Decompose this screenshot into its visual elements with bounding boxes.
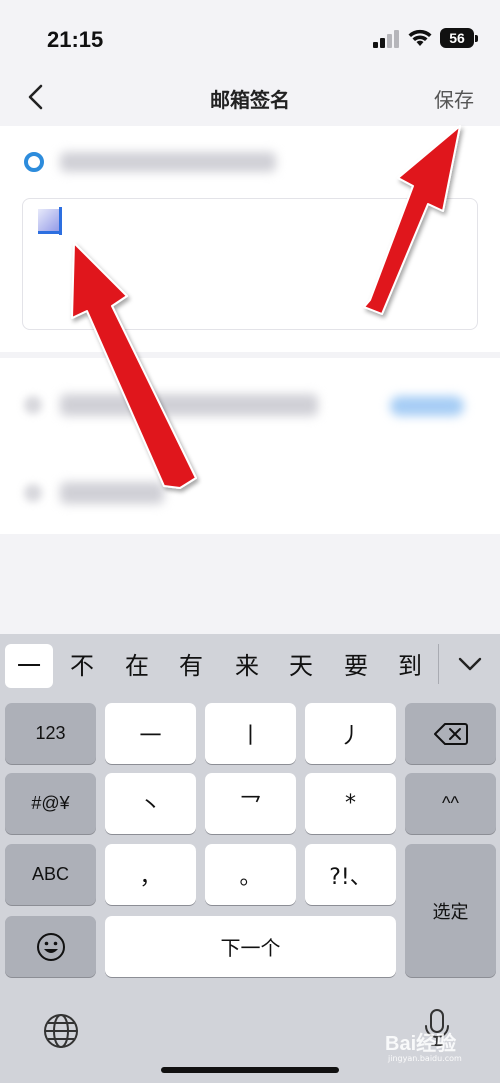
candidate-item[interactable]: 来 <box>225 644 269 688</box>
next-key[interactable]: 下一个 <box>105 916 396 977</box>
stroke-heng-key[interactable]: 一 <box>105 703 196 764</box>
candidate-item[interactable]: 不 <box>60 644 104 688</box>
navigation-bar: 邮箱签名 保存 <box>0 70 500 126</box>
stroke-dian-key[interactable]: 丶 <box>105 773 196 834</box>
save-button[interactable]: 保存 <box>434 84 474 113</box>
comma-key[interactable]: ， <box>105 844 196 905</box>
chevron-down-icon[interactable] <box>456 654 484 674</box>
confirm-key[interactable]: 选定 <box>405 844 496 977</box>
emoji-key[interactable] <box>5 916 96 977</box>
emoji-icon <box>36 932 65 961</box>
watermark-url: jingyan.baidu.com <box>388 1054 462 1063</box>
signature-radio[interactable] <box>24 152 44 172</box>
cellular-signal-icon <box>373 30 399 48</box>
blurred-account-text <box>60 152 276 172</box>
blurred-options <box>0 358 500 534</box>
candidate-item[interactable]: 要 <box>334 644 378 688</box>
blurred-option-icon <box>24 396 42 414</box>
numbers-key[interactable]: 123 <box>5 703 96 764</box>
blurred-option-text <box>60 482 164 504</box>
signature-editor[interactable] <box>22 198 478 330</box>
candidate-item[interactable]: 有 <box>169 644 213 688</box>
blurred-toggle <box>390 396 464 416</box>
candidate-bar: 一 不 在 有 来 天 要 到 <box>0 634 500 694</box>
delete-key[interactable] <box>405 703 496 764</box>
home-indicator <box>161 1067 339 1073</box>
punctuation-key[interactable]: ?!、 <box>305 844 396 905</box>
candidate-item[interactable]: 天 <box>279 644 323 688</box>
backspace-icon <box>433 722 468 745</box>
keyboard: 一 不 在 有 来 天 要 到 123 一 丨 丿 #@¥ 丶 乛 * ^^ A… <box>0 634 500 1083</box>
emoticon-key[interactable]: ^^ <box>405 773 496 834</box>
symbols-key[interactable]: #@¥ <box>5 773 96 834</box>
candidate-item[interactable]: 到 <box>388 644 432 688</box>
battery-icon: 56 <box>440 28 478 48</box>
status-time: 21:15 <box>47 27 104 52</box>
signature-section <box>0 126 500 352</box>
wildcard-key[interactable]: * <box>305 773 396 834</box>
blurred-option-icon <box>24 484 42 502</box>
stroke-pie-key[interactable]: 丿 <box>305 703 396 764</box>
page-title: 邮箱签名 <box>210 88 290 112</box>
abc-key[interactable]: ABC <box>5 844 96 905</box>
stroke-shu-key[interactable]: 丨 <box>205 703 296 764</box>
stroke-zhe-key[interactable]: 乛 <box>205 773 296 834</box>
status-bar: 21:15 56 <box>0 0 500 70</box>
globe-icon[interactable] <box>42 1012 80 1050</box>
text-cursor-base <box>38 231 62 234</box>
wifi-icon <box>408 29 432 46</box>
blurred-option-text <box>60 394 318 416</box>
period-key[interactable]: 。 <box>205 844 296 905</box>
candidate-item[interactable]: 一 <box>5 644 53 688</box>
watermark-logo: Bai经验 <box>385 1033 457 1055</box>
candidate-divider <box>438 644 439 684</box>
candidate-item[interactable]: 在 <box>115 644 159 688</box>
